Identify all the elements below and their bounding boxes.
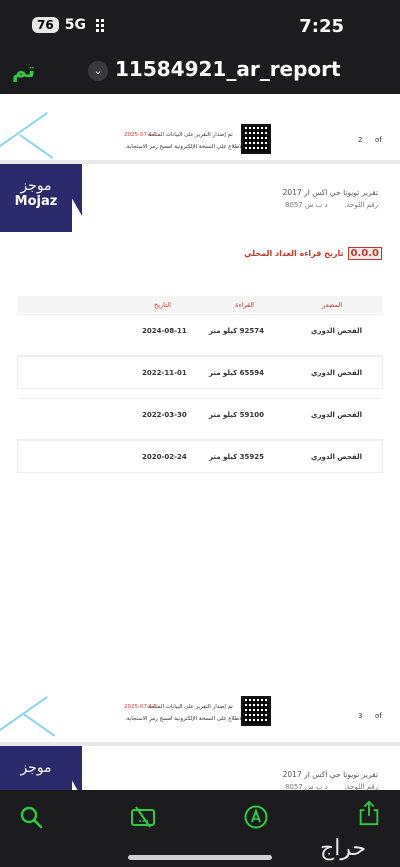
qr-code — [241, 124, 271, 154]
status-bar: 76 5G 7:25 — [0, 0, 400, 48]
haraj-watermark: حراج — [320, 836, 367, 861]
row-date: 2022-03-30 — [142, 410, 187, 419]
row-reading: 65594 كيلو متر — [209, 368, 264, 377]
chevron-down-icon[interactable]: ⌄ — [88, 61, 108, 81]
row-reading: 59100 كيلو متر — [209, 410, 264, 419]
battery-indicator: 76 — [32, 17, 59, 33]
plate-row: رقم اللوحة: د ب س 8057 — [285, 201, 378, 209]
share-icon[interactable] — [356, 800, 382, 826]
row-date: 2020-02-24 — [142, 452, 187, 461]
table-row: الفحص الدوري 92574 كيلو متر 2024-08-11 — [18, 314, 382, 346]
row-date: 2022-11-01 — [142, 368, 187, 377]
document-viewer[interactable]: 2025-07-12 تم إصدار التقرير على البيانات… — [0, 94, 400, 790]
row-source: الفحص الدوري — [311, 326, 362, 335]
decor-line — [0, 696, 48, 738]
row-source: الفحص الدوري — [311, 410, 362, 419]
table-row: الفحص الدوري 65594 كيلو متر 2022-11-01 — [18, 356, 382, 388]
page-4-header: موجز تقرير تويوتا جي اكس ار 2017 رقم الل… — [0, 746, 400, 790]
row-source: الفحص الدوري — [311, 368, 362, 377]
status-left: 76 5G — [32, 17, 104, 33]
report-title: تقرير تويوتا جي اكس ار 2017 — [282, 770, 378, 779]
markup-icon[interactable] — [243, 804, 269, 830]
page-number: 3 — [358, 712, 363, 720]
row-reading: 92574 كيلو متر — [209, 326, 264, 335]
logo-edge — [62, 164, 82, 232]
row-reading: 35925 كيلو متر — [209, 452, 264, 461]
header-source: المصدر — [322, 300, 342, 309]
section-heading: 0.0.0 تاريخ قراءة العداد المحلي — [244, 247, 382, 260]
qr-code — [241, 696, 271, 726]
report-title: تقرير تويوتا جي اكس ار 2017 — [282, 188, 378, 197]
plate-value: د ب س 8057 — [284, 783, 328, 790]
page-number: 2 — [358, 136, 363, 144]
scan-icon[interactable] — [130, 804, 156, 830]
network-label: 5G — [64, 17, 86, 33]
decor-line — [21, 712, 56, 737]
status-time: 7:25 — [299, 16, 344, 37]
search-icon[interactable] — [18, 804, 44, 830]
page-3: موجز Mojaz تقرير تويوتا جي اكس ار 2017 ر… — [0, 164, 400, 742]
header-reading: القراءة — [235, 300, 254, 309]
signal-icon — [95, 18, 104, 32]
row-source: الفحص الدوري — [311, 452, 362, 461]
done-button[interactable]: تم — [12, 58, 35, 82]
plate-value: د ب س 8057 — [284, 201, 328, 209]
plate-label: رقم اللوحة: — [343, 783, 378, 790]
nav-bar: تم ⌄ 11584921_ar_report — [0, 48, 400, 94]
page-2-footer: 2025-07-12 تم إصدار التقرير على البيانات… — [0, 94, 400, 160]
table-header: المصدر القراءة التاريخ — [18, 296, 382, 313]
plate-label: رقم اللوحة: — [343, 201, 378, 209]
footer-line-2: للاطلاع على النسخة الإلكترونية امسح رمز … — [125, 716, 245, 722]
decor-line — [19, 134, 54, 159]
page-of-label: of — [375, 136, 382, 144]
footer-line-2: للاطلاع على النسخة الإلكترونية امسح رمز … — [125, 144, 245, 150]
document-title[interactable]: 11584921_ar_report — [115, 57, 341, 81]
footer-line-1: تم إصدار التقرير على البيانات المتاحة — [148, 704, 233, 710]
header-date: التاريخ — [154, 300, 171, 309]
section-title: تاريخ قراءة العداد المحلي — [244, 249, 344, 258]
footer-line-1: تم إصدار التقرير على البيانات المتاحة — [148, 132, 233, 138]
section-badge: 0.0.0 — [347, 247, 382, 260]
logo-edge — [62, 746, 82, 790]
table-row: الفحص الدوري 35925 كيلو متر 2020-02-24 — [18, 440, 382, 472]
home-indicator — [128, 855, 272, 860]
row-date: 2024-08-11 — [142, 326, 187, 335]
table-row: الفحص الدوري 59100 كيلو متر 2022-03-30 — [18, 398, 382, 430]
plate-row: رقم اللوحة: د ب س 8057 — [285, 783, 378, 790]
page-of-label: of — [375, 712, 382, 720]
